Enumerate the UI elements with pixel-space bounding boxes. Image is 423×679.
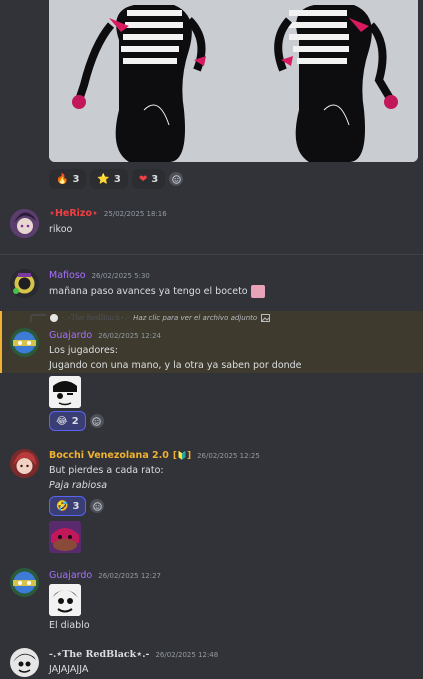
avatar-image [10,568,39,597]
timestamp: 26/02/2025 12:24 [98,332,161,340]
message-body: mañana paso avances ya tengo el boceto [49,285,265,298]
avatar-image [10,648,39,677]
message-text: rikoo [49,224,73,235]
image-attachment[interactable] [49,0,418,162]
timestamp: 25/02/2025 18:16 [103,210,167,218]
emoji-attachment[interactable] [49,521,81,553]
message-text: Los jugadores: [49,345,118,356]
reaction-count: 3 [113,173,121,185]
badge-bracket: ] [186,451,192,461]
author-name[interactable]: Guajardo [49,330,92,341]
smiley-icon [92,416,101,426]
timestamp: 26/02/2025 5:30 [91,272,150,280]
author-name[interactable]: Mafioso [49,270,86,281]
avatar[interactable] [10,328,39,357]
date-divider [0,254,423,255]
message-text: Jugando con una mano, y la otra ya saben… [49,360,302,371]
add-reaction-button[interactable] [89,414,104,428]
smiley-icon [93,501,102,511]
author-name[interactable]: ⋆HeRizo⋆ [49,208,98,219]
reaction-heart[interactable]: ❤ 3 [131,169,166,189]
author-name[interactable]: Guajardo [49,570,92,581]
reaction-count: 2 [71,415,79,427]
reply-text: Haz clic para ver el archivo adjunto [133,314,258,322]
message-text: El diablo [49,620,90,631]
message-header: Guajardo 26/02/2025 12:27 [49,570,161,581]
rofl-emoji-icon: 🤣 [56,500,69,512]
reaction-count: 3 [72,173,80,185]
message-text: Paja rabiosa [49,480,108,491]
sticker-image [49,521,81,553]
avatar-image [10,328,39,357]
author-name[interactable]: Bocchi Venezolana 2.0 [49,450,169,461]
message-text: But pierdes a cada rato: [49,465,164,476]
reaction-star[interactable]: ⭐ 3 [90,169,128,189]
joy-emoji-icon: 😂 [56,415,68,427]
timestamp: 26/02/2025 12:25 [197,452,260,460]
reply-reference[interactable]: -.⋆The RedBlack⋆.- Haz clic para ver el … [30,314,271,322]
star-emoji-icon: ⭐ [97,173,110,185]
artwork-image [49,0,418,162]
emoji-attachment[interactable] [49,376,81,408]
avatar-image [10,209,39,238]
reaction-bar: 🔥 3 ⭐ 3 ❤ 3 [49,169,184,189]
avatar[interactable] [10,568,39,597]
custom-emoji-icon [250,285,265,298]
message-header: Bocchi Venezolana 2.0 [ 🔰 ] 26/02/2025 1… [49,450,260,461]
timestamp: 26/02/2025 12:48 [155,651,219,659]
message-header: ⋆HeRizo⋆ 25/02/2025 18:16 [49,208,167,219]
avatar-image [10,449,39,478]
reaction-count: 3 [72,500,80,512]
reply-spine-icon [30,314,46,322]
add-reaction-button[interactable] [169,172,184,186]
avatar[interactable] [10,449,39,478]
sticker-image [49,584,81,616]
reaction-rofl[interactable]: 🤣 3 [49,496,87,516]
avatar[interactable] [10,209,39,238]
avatar[interactable] [10,648,39,677]
reaction-bar: 😂 2 [49,411,104,431]
reaction-count: 3 [151,173,159,185]
message-header: -.⋆The RedBlack⋆.- 26/02/2025 12:48 [49,649,218,660]
message-text: mañana paso avances ya tengo el boceto [49,286,248,297]
fire-emoji-icon: 🔥 [56,173,69,185]
reaction-fire[interactable]: 🔥 3 [49,169,87,189]
emoji-attachment[interactable] [49,584,81,616]
heart-emoji-icon: ❤ [138,173,148,185]
message-header: Guajardo 26/02/2025 12:24 [49,330,161,341]
reaction-laugh[interactable]: 😂 2 [49,411,86,431]
beginner-badge-icon: 🔰 [177,451,187,460]
reaction-bar: 🤣 3 [49,496,105,516]
author-name[interactable]: -.⋆The RedBlack⋆.- [49,649,149,660]
message-text: JAJAJAJJA [49,664,89,675]
sticker-image [49,376,81,408]
avatar[interactable] [10,269,39,298]
image-attachment-icon [261,314,271,322]
message-header: Mafioso 26/02/2025 5:30 [49,270,150,281]
avatar-image [10,269,39,298]
reply-author[interactable]: -.⋆The RedBlack⋆.- [62,314,129,322]
timestamp: 26/02/2025 12:27 [98,572,161,580]
smiley-icon [171,174,181,184]
reply-avatar [50,314,58,322]
add-reaction-button[interactable] [90,499,105,513]
